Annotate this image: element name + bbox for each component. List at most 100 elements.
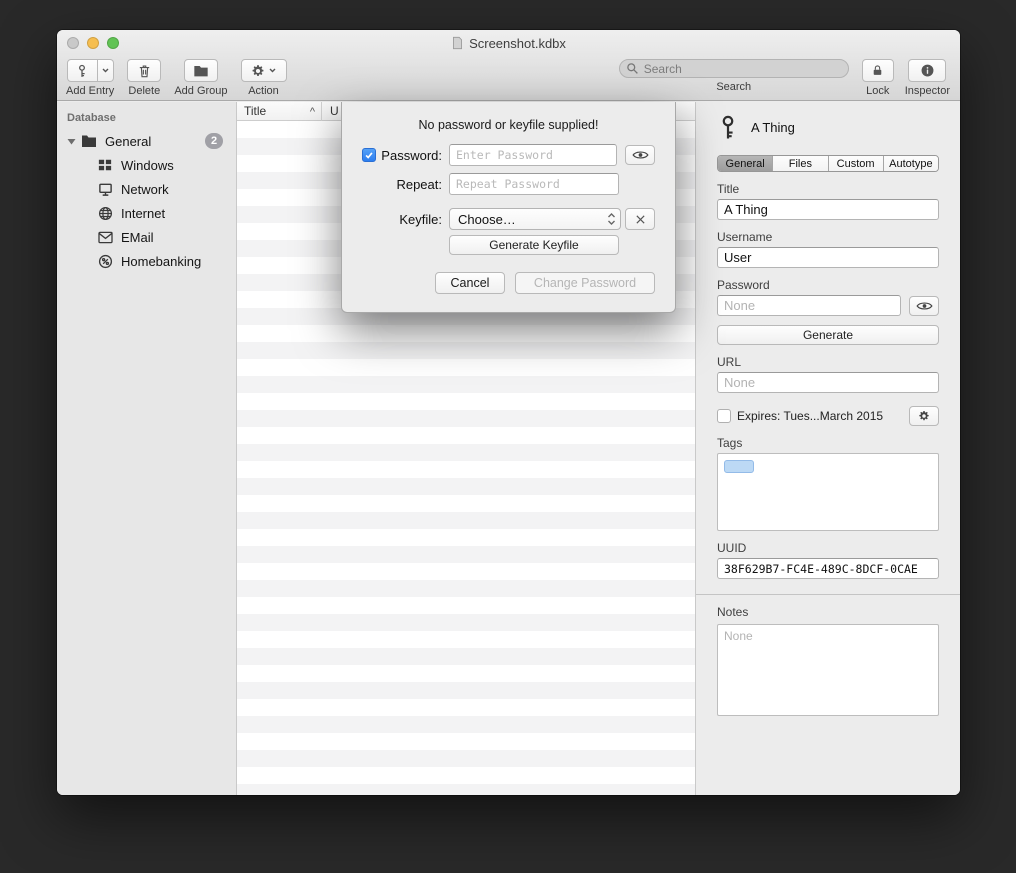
toolbar-item-lock: Lock — [862, 59, 894, 97]
keyfile-value: Choose… — [458, 212, 607, 227]
chevron-down-icon — [269, 68, 276, 73]
monitor-icon — [97, 181, 113, 197]
sidebar-item-internet[interactable]: Internet — [57, 201, 236, 225]
trash-icon — [137, 63, 152, 79]
add-group-label: Add Group — [174, 85, 227, 97]
password-field[interactable] — [717, 295, 901, 316]
sidebar-item-label: General — [105, 134, 151, 149]
delete-button[interactable] — [127, 59, 161, 82]
tab-files[interactable]: Files — [773, 156, 828, 171]
clear-keyfile-button[interactable] — [625, 208, 655, 230]
sidebar-item-label: Internet — [121, 206, 165, 221]
sidebar-item-label: Network — [121, 182, 169, 197]
sidebar-item-windows[interactable]: Windows — [57, 153, 236, 177]
windows-icon — [97, 157, 113, 173]
minimize-button[interactable] — [87, 37, 99, 49]
lock-button[interactable] — [862, 59, 894, 82]
add-entry-button[interactable] — [67, 59, 98, 82]
tab-autotype[interactable]: Autotype — [884, 156, 938, 171]
inspector-panel: A Thing General Files Custom Autotype Ti… — [695, 102, 960, 795]
action-label: Action — [248, 85, 279, 97]
add-entry-dropdown[interactable] — [98, 59, 114, 82]
expires-settings-button[interactable] — [909, 406, 939, 426]
sidebar-header: Database — [57, 102, 236, 129]
show-password-button[interactable] — [909, 296, 939, 316]
toolbar-item-delete: Delete — [127, 59, 161, 97]
title-label: Title — [717, 182, 939, 196]
group-count-badge: 2 — [205, 133, 223, 149]
notes-field[interactable] — [717, 624, 939, 716]
keyfile-row: Keyfile: Choose… — [342, 208, 675, 230]
action-button[interactable] — [241, 59, 287, 82]
percent-coin-icon — [97, 253, 113, 269]
inspector-button[interactable] — [908, 59, 946, 82]
close-button[interactable] — [67, 37, 79, 49]
divider — [696, 594, 960, 595]
password-checkbox[interactable] — [362, 148, 376, 162]
gear-icon — [918, 410, 930, 422]
disclosure-triangle-icon[interactable] — [65, 138, 77, 145]
cancel-button[interactable]: Cancel — [435, 272, 505, 294]
password-row: Password: — [342, 144, 675, 166]
eye-icon — [916, 301, 933, 311]
username-field[interactable] — [717, 247, 939, 268]
inspector-label: Inspector — [905, 85, 950, 97]
enter-password-input[interactable] — [449, 144, 617, 166]
toolbar-item-add-entry: Add Entry — [66, 59, 114, 97]
expires-row: Expires: Tues...March 2015 — [717, 406, 939, 426]
info-icon — [920, 63, 935, 78]
sidebar-item-label: EMail — [121, 230, 154, 245]
dialog-message: No password or keyfile supplied! — [342, 118, 675, 132]
folder-icon — [193, 64, 209, 78]
toolbar: Add Entry Delete Add Group — [57, 56, 960, 101]
expires-checkbox[interactable] — [717, 409, 731, 423]
repeat-label: Repeat: — [396, 177, 442, 192]
username-label: Username — [717, 230, 939, 244]
uuid-label: UUID — [717, 541, 939, 555]
sort-indicator: ^ — [310, 103, 315, 121]
tags-field[interactable] — [717, 453, 939, 531]
password-label: Password: — [381, 148, 442, 163]
uuid-field[interactable] — [717, 558, 939, 579]
tag-token — [724, 460, 754, 473]
repeat-password-input[interactable] — [449, 173, 619, 195]
lock-label: Lock — [866, 85, 889, 97]
sidebar: Database General 2 Windows — [57, 102, 237, 795]
window-chrome: Screenshot.kdbx — [57, 30, 960, 101]
change-password-button[interactable]: Change Password — [515, 272, 655, 294]
document-icon — [451, 36, 464, 50]
close-icon — [635, 214, 646, 225]
titlebar[interactable]: Screenshot.kdbx — [57, 30, 960, 56]
keyfile-label: Keyfile: — [399, 212, 442, 227]
sidebar-item-homebanking[interactable]: Homebanking — [57, 249, 236, 273]
eye-icon — [632, 150, 649, 160]
sidebar-item-email[interactable]: EMail — [57, 225, 236, 249]
traffic-lights — [67, 37, 119, 49]
generate-password-button[interactable]: Generate — [717, 325, 939, 345]
url-field[interactable] — [717, 372, 939, 393]
entry-title: A Thing — [751, 120, 795, 135]
lock-icon — [871, 63, 884, 78]
key-icon — [75, 63, 89, 79]
search-input[interactable] — [619, 59, 849, 78]
generate-keyfile-button[interactable]: Generate Keyfile — [449, 235, 619, 255]
column-header-username[interactable]: U — [330, 102, 339, 121]
envelope-icon — [97, 229, 113, 245]
stepper-icon — [607, 212, 616, 226]
keyfile-select[interactable]: Choose… — [449, 208, 621, 230]
globe-icon — [97, 205, 113, 221]
tab-custom[interactable]: Custom — [829, 156, 884, 171]
show-password-button[interactable] — [625, 145, 655, 165]
password-label: Password — [717, 278, 939, 292]
url-label: URL — [717, 355, 939, 369]
zoom-button[interactable] — [107, 37, 119, 49]
sidebar-item-general[interactable]: General 2 — [57, 129, 236, 153]
window-title-wrap: Screenshot.kdbx — [451, 36, 566, 51]
app-window: Screenshot.kdbx — [57, 30, 960, 795]
tab-general[interactable]: General — [718, 156, 773, 171]
sidebar-item-network[interactable]: Network — [57, 177, 236, 201]
title-field[interactable] — [717, 199, 939, 220]
add-group-button[interactable] — [184, 59, 218, 82]
toolbar-item-search: Search — [619, 59, 849, 93]
column-header-title[interactable]: Title ^ — [237, 102, 322, 121]
